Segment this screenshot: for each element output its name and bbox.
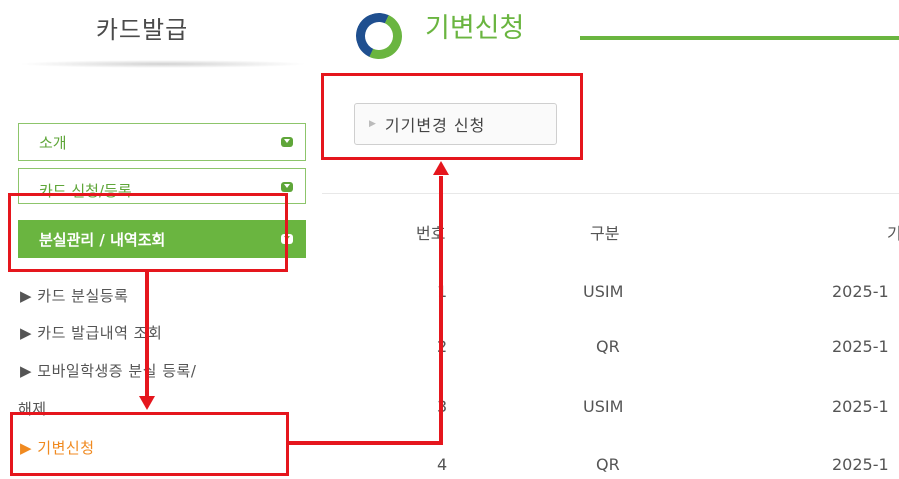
page-title-underline xyxy=(580,36,899,40)
sidebar-title: 카드발급 xyxy=(95,16,189,44)
sidebar-item-card-loss-register[interactable]: ▶ 카드 분실등록 xyxy=(20,285,128,306)
table-header-date: 기 xyxy=(887,224,899,243)
table-cell-type: QR xyxy=(596,337,620,356)
table-cell-date: 2025-1 xyxy=(832,282,889,301)
highlight-box-request-button xyxy=(321,73,583,160)
sidebar-item-mobile-id-loss[interactable]: ▶ 모바일학생증 분실 등록/ xyxy=(20,360,196,381)
page-title-icon xyxy=(349,6,409,66)
annotation-arrow-line xyxy=(287,441,442,445)
highlight-box-device-change xyxy=(10,412,289,476)
table-cell-type: USIM xyxy=(583,397,624,416)
menu-item-label: 소개 xyxy=(39,133,67,152)
page-title: 기변신청 xyxy=(425,13,525,44)
table-cell-type: QR xyxy=(596,455,620,474)
highlight-box-loss-menu xyxy=(8,193,288,272)
sidebar-title-divider xyxy=(18,60,308,68)
table-top-border xyxy=(322,193,899,194)
table-header-type: 구분 xyxy=(590,224,620,243)
table-cell-date: 2025-1 xyxy=(832,337,889,356)
table-cell-number: 4 xyxy=(437,455,448,474)
table-cell-type: USIM xyxy=(583,282,624,301)
table-cell-date: 2025-1 xyxy=(832,455,889,474)
annotation-arrow-line xyxy=(439,176,443,445)
annotation-arrow-line xyxy=(145,270,149,398)
chevron-down-icon xyxy=(281,137,293,147)
menu-item-intro[interactable]: 소개 xyxy=(18,123,306,161)
arrow-up-icon xyxy=(433,161,449,175)
sidebar-item-card-history[interactable]: ▶ 카드 발급내역 조회 xyxy=(20,322,162,343)
arrow-down-icon xyxy=(139,396,155,410)
chevron-down-icon xyxy=(281,182,293,192)
table-cell-date: 2025-1 xyxy=(832,397,889,416)
